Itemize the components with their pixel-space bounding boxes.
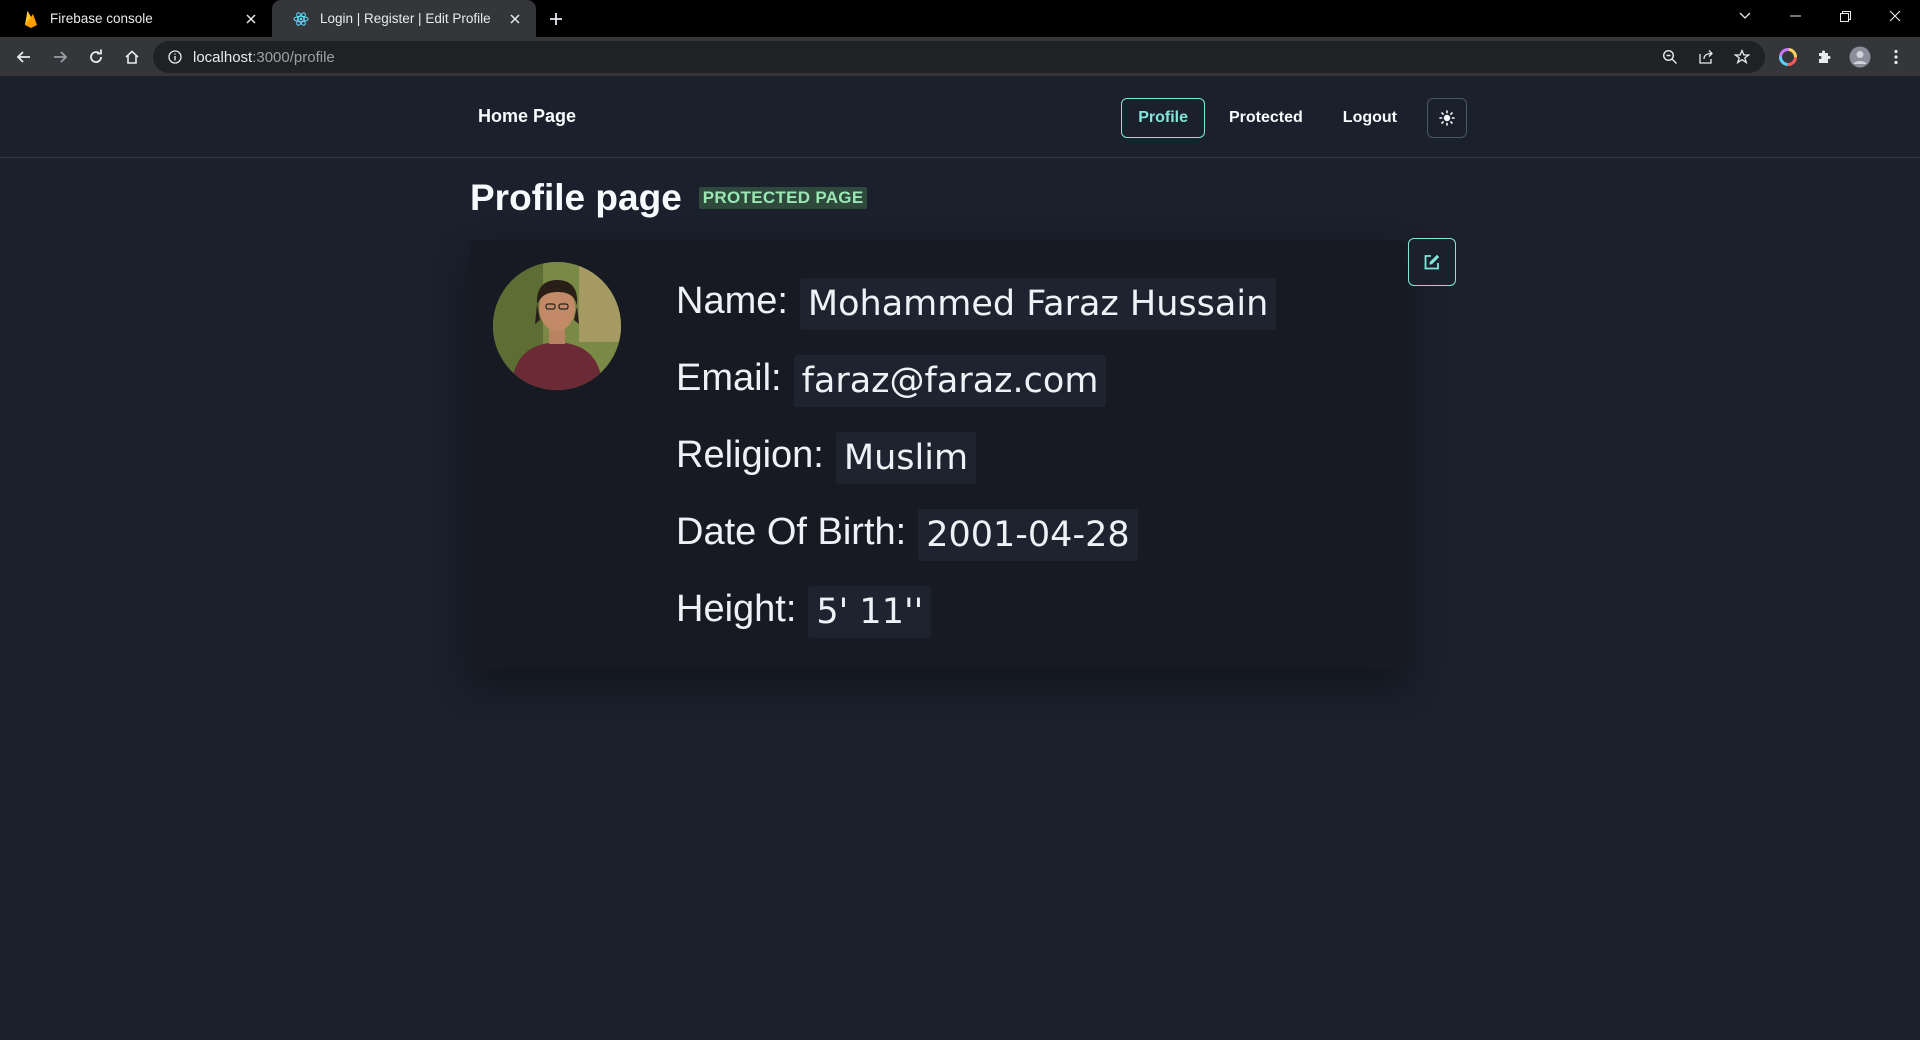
new-tab-button[interactable] bbox=[536, 0, 576, 37]
home-button[interactable] bbox=[114, 39, 150, 75]
tab-edit-profile[interactable]: Login | Register | Edit Profile bbox=[272, 0, 536, 37]
nav-links: Profile Protected Logout bbox=[1113, 98, 1467, 138]
url-host: localhost bbox=[193, 48, 253, 66]
field-date-of-birth: Date Of Birth: 2001-04-28 bbox=[676, 501, 1276, 563]
app-navbar: Home Page Profile Protected Logout bbox=[0, 78, 1920, 158]
firebase-flame-icon bbox=[22, 10, 40, 28]
field-value: 2001-04-28 bbox=[918, 509, 1138, 561]
field-label: Date Of Birth: bbox=[676, 510, 907, 553]
field-email: Email: faraz@faraz.com bbox=[676, 347, 1276, 409]
restore-button[interactable] bbox=[1820, 0, 1870, 32]
minimize-button[interactable] bbox=[1770, 0, 1820, 32]
puzzle-icon[interactable] bbox=[1808, 41, 1840, 73]
bookmark-star-icon[interactable] bbox=[1727, 42, 1757, 72]
web-page: Home Page Profile Protected Logout Profi… bbox=[0, 78, 1920, 1040]
close-window-button[interactable] bbox=[1870, 0, 1920, 32]
profile-fields: Name: Mohammed Faraz Hussain Email: fara… bbox=[676, 270, 1277, 655]
info-icon[interactable] bbox=[157, 50, 193, 64]
field-value: faraz@faraz.com bbox=[793, 355, 1107, 407]
arrow-left-icon bbox=[16, 50, 30, 63]
tab-strip: Firebase console Login | Register | Edit… bbox=[0, 0, 1920, 37]
color-extension-icon[interactable] bbox=[1772, 41, 1804, 73]
share-icon[interactable] bbox=[1691, 42, 1721, 72]
plus-icon bbox=[550, 12, 562, 25]
main-content: Profile page PROTECTED PAGE Name: Mohamm… bbox=[470, 176, 1456, 669]
field-label: Religion: bbox=[676, 433, 824, 476]
theme-toggle-button[interactable] bbox=[1427, 98, 1467, 138]
chevron-down-icon bbox=[1739, 12, 1751, 19]
zoom-icon[interactable] bbox=[1655, 42, 1685, 72]
url-path: :3000/profile bbox=[252, 48, 335, 66]
edit-icon bbox=[1424, 254, 1440, 270]
address-bar-actions bbox=[1655, 41, 1757, 73]
close-tab-icon[interactable] bbox=[506, 10, 524, 28]
field-name: Name: Mohammed Faraz Hussain bbox=[676, 270, 1277, 332]
field-value: Mohammed Faraz Hussain bbox=[799, 278, 1277, 330]
reload-icon bbox=[90, 49, 102, 63]
field-value: Muslim bbox=[835, 432, 977, 484]
close-tab-icon[interactable] bbox=[242, 10, 260, 28]
protected-badge: PROTECTED PAGE bbox=[698, 187, 868, 209]
field-label: Name: bbox=[676, 279, 788, 322]
back-button[interactable] bbox=[6, 39, 42, 75]
home-page-link[interactable]: Home Page bbox=[478, 106, 576, 127]
tab-search-button[interactable] bbox=[1720, 0, 1770, 32]
field-value: 5' 11'' bbox=[808, 586, 932, 638]
nav-protected-link[interactable]: Protected bbox=[1213, 98, 1319, 138]
page-title: Profile page bbox=[470, 177, 682, 218]
url-text: localhost:3000/profile bbox=[193, 49, 335, 66]
heading-row: Profile page PROTECTED PAGE bbox=[470, 176, 1406, 220]
minimize-icon bbox=[1789, 15, 1801, 17]
profile-avatar-icon[interactable] bbox=[1844, 41, 1876, 73]
edit-profile-button[interactable] bbox=[1408, 238, 1456, 286]
tab-title: Firebase console bbox=[50, 11, 153, 26]
nav-profile-link[interactable]: Profile bbox=[1121, 98, 1205, 138]
forward-button[interactable] bbox=[42, 39, 78, 75]
field-label: Email: bbox=[676, 356, 782, 399]
window-controls bbox=[1720, 0, 1920, 37]
field-label: Height: bbox=[676, 587, 797, 630]
avatar bbox=[493, 262, 621, 390]
field-height: Height: 5' 11'' bbox=[676, 578, 1276, 640]
react-icon bbox=[292, 10, 310, 28]
arrow-right-icon bbox=[54, 50, 68, 63]
address-bar[interactable]: localhost:3000/profile bbox=[153, 41, 1765, 73]
field-religion: Religion: Muslim bbox=[676, 424, 1276, 486]
nav-logout-link[interactable]: Logout bbox=[1327, 98, 1413, 138]
browser-toolbar: localhost:3000/profile bbox=[0, 37, 1920, 77]
sun-icon bbox=[1439, 110, 1455, 126]
restore-icon bbox=[1839, 10, 1851, 22]
reload-button[interactable] bbox=[78, 39, 114, 75]
close-icon bbox=[1889, 10, 1901, 22]
extensions-area bbox=[1772, 41, 1912, 73]
profile-card: Name: Mohammed Faraz Hussain Email: fara… bbox=[470, 238, 1456, 669]
tab-title: Login | Register | Edit Profile bbox=[320, 11, 491, 26]
home-icon bbox=[125, 49, 139, 64]
more-menu-icon[interactable] bbox=[1880, 41, 1912, 73]
tab-firebase-console[interactable]: Firebase console bbox=[0, 0, 272, 37]
